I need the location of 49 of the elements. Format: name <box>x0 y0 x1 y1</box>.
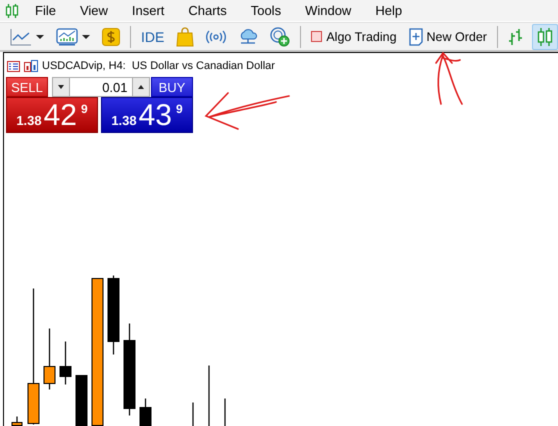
increase-button[interactable] <box>132 77 150 97</box>
candle-wick <box>208 366 210 426</box>
candlestick-logo-icon <box>5 2 19 18</box>
candlestick-icon <box>536 26 554 46</box>
shopping-bag-icon <box>176 26 194 46</box>
new-order-icon <box>408 28 423 46</box>
ide-button[interactable]: IDE <box>137 24 168 50</box>
decrease-button[interactable] <box>52 77 70 97</box>
menu-item[interactable]: Insert <box>120 0 176 21</box>
price-pips: 42 <box>44 99 77 132</box>
candlestick <box>76 375 88 426</box>
buy-button[interactable]: BUY <box>151 77 193 97</box>
hand-drawn-arrow <box>435 52 463 105</box>
dollar-icon <box>102 28 120 46</box>
price-prefix: 1.38 <box>16 113 42 128</box>
menu-item[interactable]: File <box>23 0 68 21</box>
menu-item[interactable]: View <box>68 0 120 21</box>
candle-wick <box>224 398 226 426</box>
list-icon[interactable] <box>7 60 20 72</box>
line-chart-icon <box>10 28 32 46</box>
menu-item[interactable]: Window <box>293 0 364 21</box>
candlestick <box>60 342 72 384</box>
price-fraction: 9 <box>81 102 88 116</box>
cloud-icon <box>238 28 258 46</box>
up-arrow-icon <box>138 85 144 89</box>
candlestick <box>140 398 152 426</box>
down-arrow-icon <box>58 85 64 89</box>
indicators-icon <box>56 28 78 46</box>
caret-icon <box>36 34 44 38</box>
bar-chart-icon <box>508 28 524 46</box>
sell-button[interactable]: SELL <box>6 77 48 97</box>
broadcast-icon <box>206 30 226 44</box>
caret-icon <box>82 34 90 38</box>
globe-add-icon <box>270 26 290 46</box>
menu-item[interactable]: Help <box>363 0 414 21</box>
price-fraction: 9 <box>176 102 183 116</box>
candle-wick <box>192 402 194 426</box>
volume-field[interactable]: 0.01 <box>70 77 132 97</box>
candlestick-button[interactable] <box>532 24 558 50</box>
chart-window-icon[interactable] <box>24 60 38 72</box>
algo-trading-button[interactable]: Algo Trading <box>307 24 401 50</box>
candlestick <box>44 328 56 390</box>
chart-title: USDCADvip, H4: US Dollar vs Canadian Dollar <box>42 60 275 72</box>
menu-item[interactable]: Charts <box>176 0 239 21</box>
menu-item[interactable]: Tools <box>238 0 294 21</box>
price-pips: 43 <box>138 99 172 132</box>
new-order-button[interactable]: New Order <box>404 24 491 50</box>
price-prefix: 1.38 <box>111 113 137 128</box>
candlestick <box>12 416 22 426</box>
